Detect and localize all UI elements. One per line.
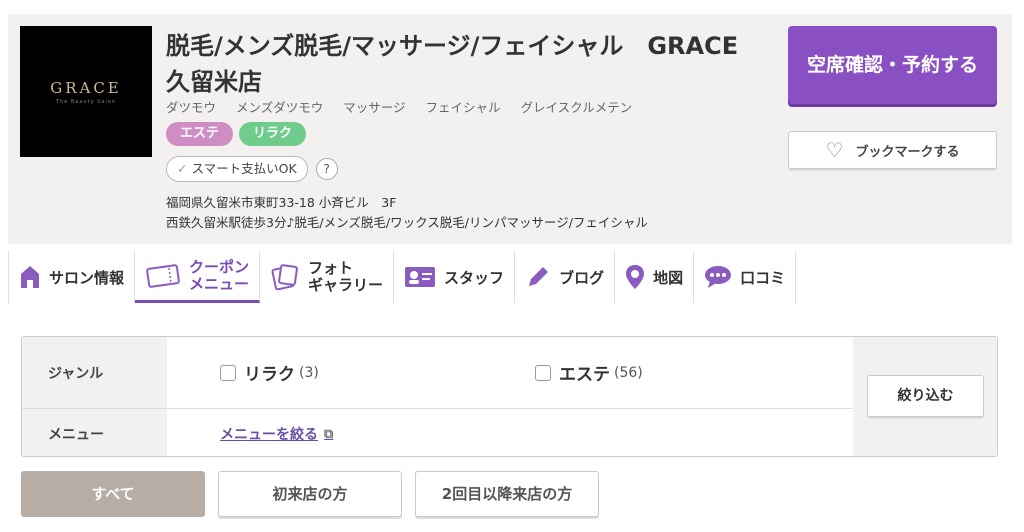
heart-icon: ♡ <box>825 138 844 162</box>
pencil-icon <box>529 267 549 286</box>
nav-blog[interactable]: ブログ <box>515 251 616 303</box>
photo-icon <box>271 264 298 291</box>
tab-all[interactable]: すべて <box>21 471 205 517</box>
salon-access: 西鉄久留米駅徒歩3分♪脱毛/メンズ脱毛/ワックス脱毛/リンパマッサージ/フェイシ… <box>166 215 648 230</box>
menu-link-label: メニューを絞る <box>220 427 318 443</box>
nav-photo-gallery[interactable]: フォト ギャラリー <box>260 251 395 303</box>
chat-icon <box>705 266 732 288</box>
nav-salon-info[interactable]: サロン情報 <box>8 251 136 303</box>
filter-panel: ジャンル リラク (3) エステ (56) メニュー メニューを絞る ⧉ 絞り込… <box>21 336 998 457</box>
logo-text: GRACE <box>50 78 122 97</box>
help-icon[interactable]: ? <box>315 158 338 180</box>
genre-label: ジャンル <box>22 337 167 408</box>
nav-map[interactable]: 地図 <box>615 251 695 303</box>
reserve-button[interactable]: 空席確認・予約する <box>788 26 997 104</box>
tab-first-visit[interactable]: 初来店の方 <box>218 471 402 517</box>
menu-row: メニュー メニューを絞る ⧉ <box>22 409 853 456</box>
nav-label: フォト ギャラリー <box>308 259 384 294</box>
salon-header: GRACE The Beauty Salon 脱毛/メンズ脱毛/マッサージ/フェ… <box>8 14 1012 244</box>
salon-title: 脱毛/メンズ脱毛/マッサージ/フェイシャル GRACE 久留米店 <box>166 32 763 96</box>
salon-address-block: 福岡県久留米市東町33-18 小斉ビル 3F 西鉄久留米駅徒歩3分♪脱毛/メンズ… <box>166 193 648 233</box>
nav-label: スタッフ <box>444 268 505 287</box>
smart-pay-label: スマート支払いOK <box>191 161 297 176</box>
genre-option-este[interactable]: エステ (56) <box>535 360 643 385</box>
salon-logo: GRACE The Beauty Salon <box>20 26 152 157</box>
kana-item: マッサージ <box>343 100 406 115</box>
customer-tabs: すべて 初来店の方 2回目以降来店の方 <box>21 471 599 517</box>
option-label: エステ <box>559 365 610 385</box>
bookmark-button[interactable]: ♡ ブックマークする <box>788 131 997 169</box>
salon-kana: ダツモウ メンズダツモウ マッサージ フェイシャル グレイスクルメテン <box>166 97 648 116</box>
rirak-checkbox[interactable] <box>220 364 236 381</box>
tag-rirak: リラク <box>239 122 307 146</box>
home-icon <box>21 266 39 288</box>
ticket-icon <box>146 263 180 288</box>
genre-tags: エステ リラク <box>166 122 307 146</box>
filter-side: 絞り込む <box>853 337 997 456</box>
salon-nav: サロン情報 クーポン メニュー フォト ギャラリー スタッフ ブログ 地図 口コミ <box>8 251 797 303</box>
menu-label: メニュー <box>22 409 167 456</box>
option-count: (3) <box>299 364 319 381</box>
logo-subtext: The Beauty Salon <box>56 98 116 105</box>
narrow-down-button[interactable]: 絞り込む <box>867 375 984 417</box>
kana-item: ダツモウ <box>166 100 217 115</box>
kana-item: グレイスクルメテン <box>520 100 633 115</box>
tag-este: エステ <box>166 122 234 146</box>
este-checkbox[interactable] <box>535 364 551 381</box>
bookmark-label: ブックマークする <box>855 144 960 160</box>
menu-filter-link[interactable]: メニューを絞る ⧉ <box>220 424 333 444</box>
nav-label: 口コミ <box>740 268 786 287</box>
kana-item: フェイシャル <box>425 100 501 115</box>
option-count: (56) <box>614 364 643 381</box>
nav-reviews[interactable]: 口コミ <box>694 251 797 303</box>
tab-repeat-visit[interactable]: 2回目以降来店の方 <box>415 471 599 517</box>
staff-card-icon <box>405 267 436 287</box>
smart-pay-row: ✓ スマート支払いOK ? <box>166 156 338 182</box>
nav-label: クーポン メニュー <box>189 257 250 293</box>
smart-pay-badge: ✓ スマート支払いOK <box>166 156 308 182</box>
nav-coupon-menu[interactable]: クーポン メニュー <box>135 251 261 303</box>
nav-staff[interactable]: スタッフ <box>394 251 516 303</box>
check-icon: ✓ <box>177 161 188 176</box>
kana-item: メンズダツモウ <box>236 100 324 115</box>
genre-option-rirak[interactable]: リラク (3) <box>220 360 319 385</box>
nav-label: サロン情報 <box>49 268 125 287</box>
option-label: リラク <box>244 365 295 385</box>
salon-address: 福岡県久留米市東町33-18 小斉ビル 3F <box>166 195 397 210</box>
nav-label: ブログ <box>559 268 605 287</box>
map-pin-icon <box>626 265 645 289</box>
nav-label: 地図 <box>653 268 684 287</box>
external-window-icon: ⧉ <box>324 426 334 442</box>
genre-row: ジャンル リラク (3) エステ (56) <box>22 337 853 409</box>
